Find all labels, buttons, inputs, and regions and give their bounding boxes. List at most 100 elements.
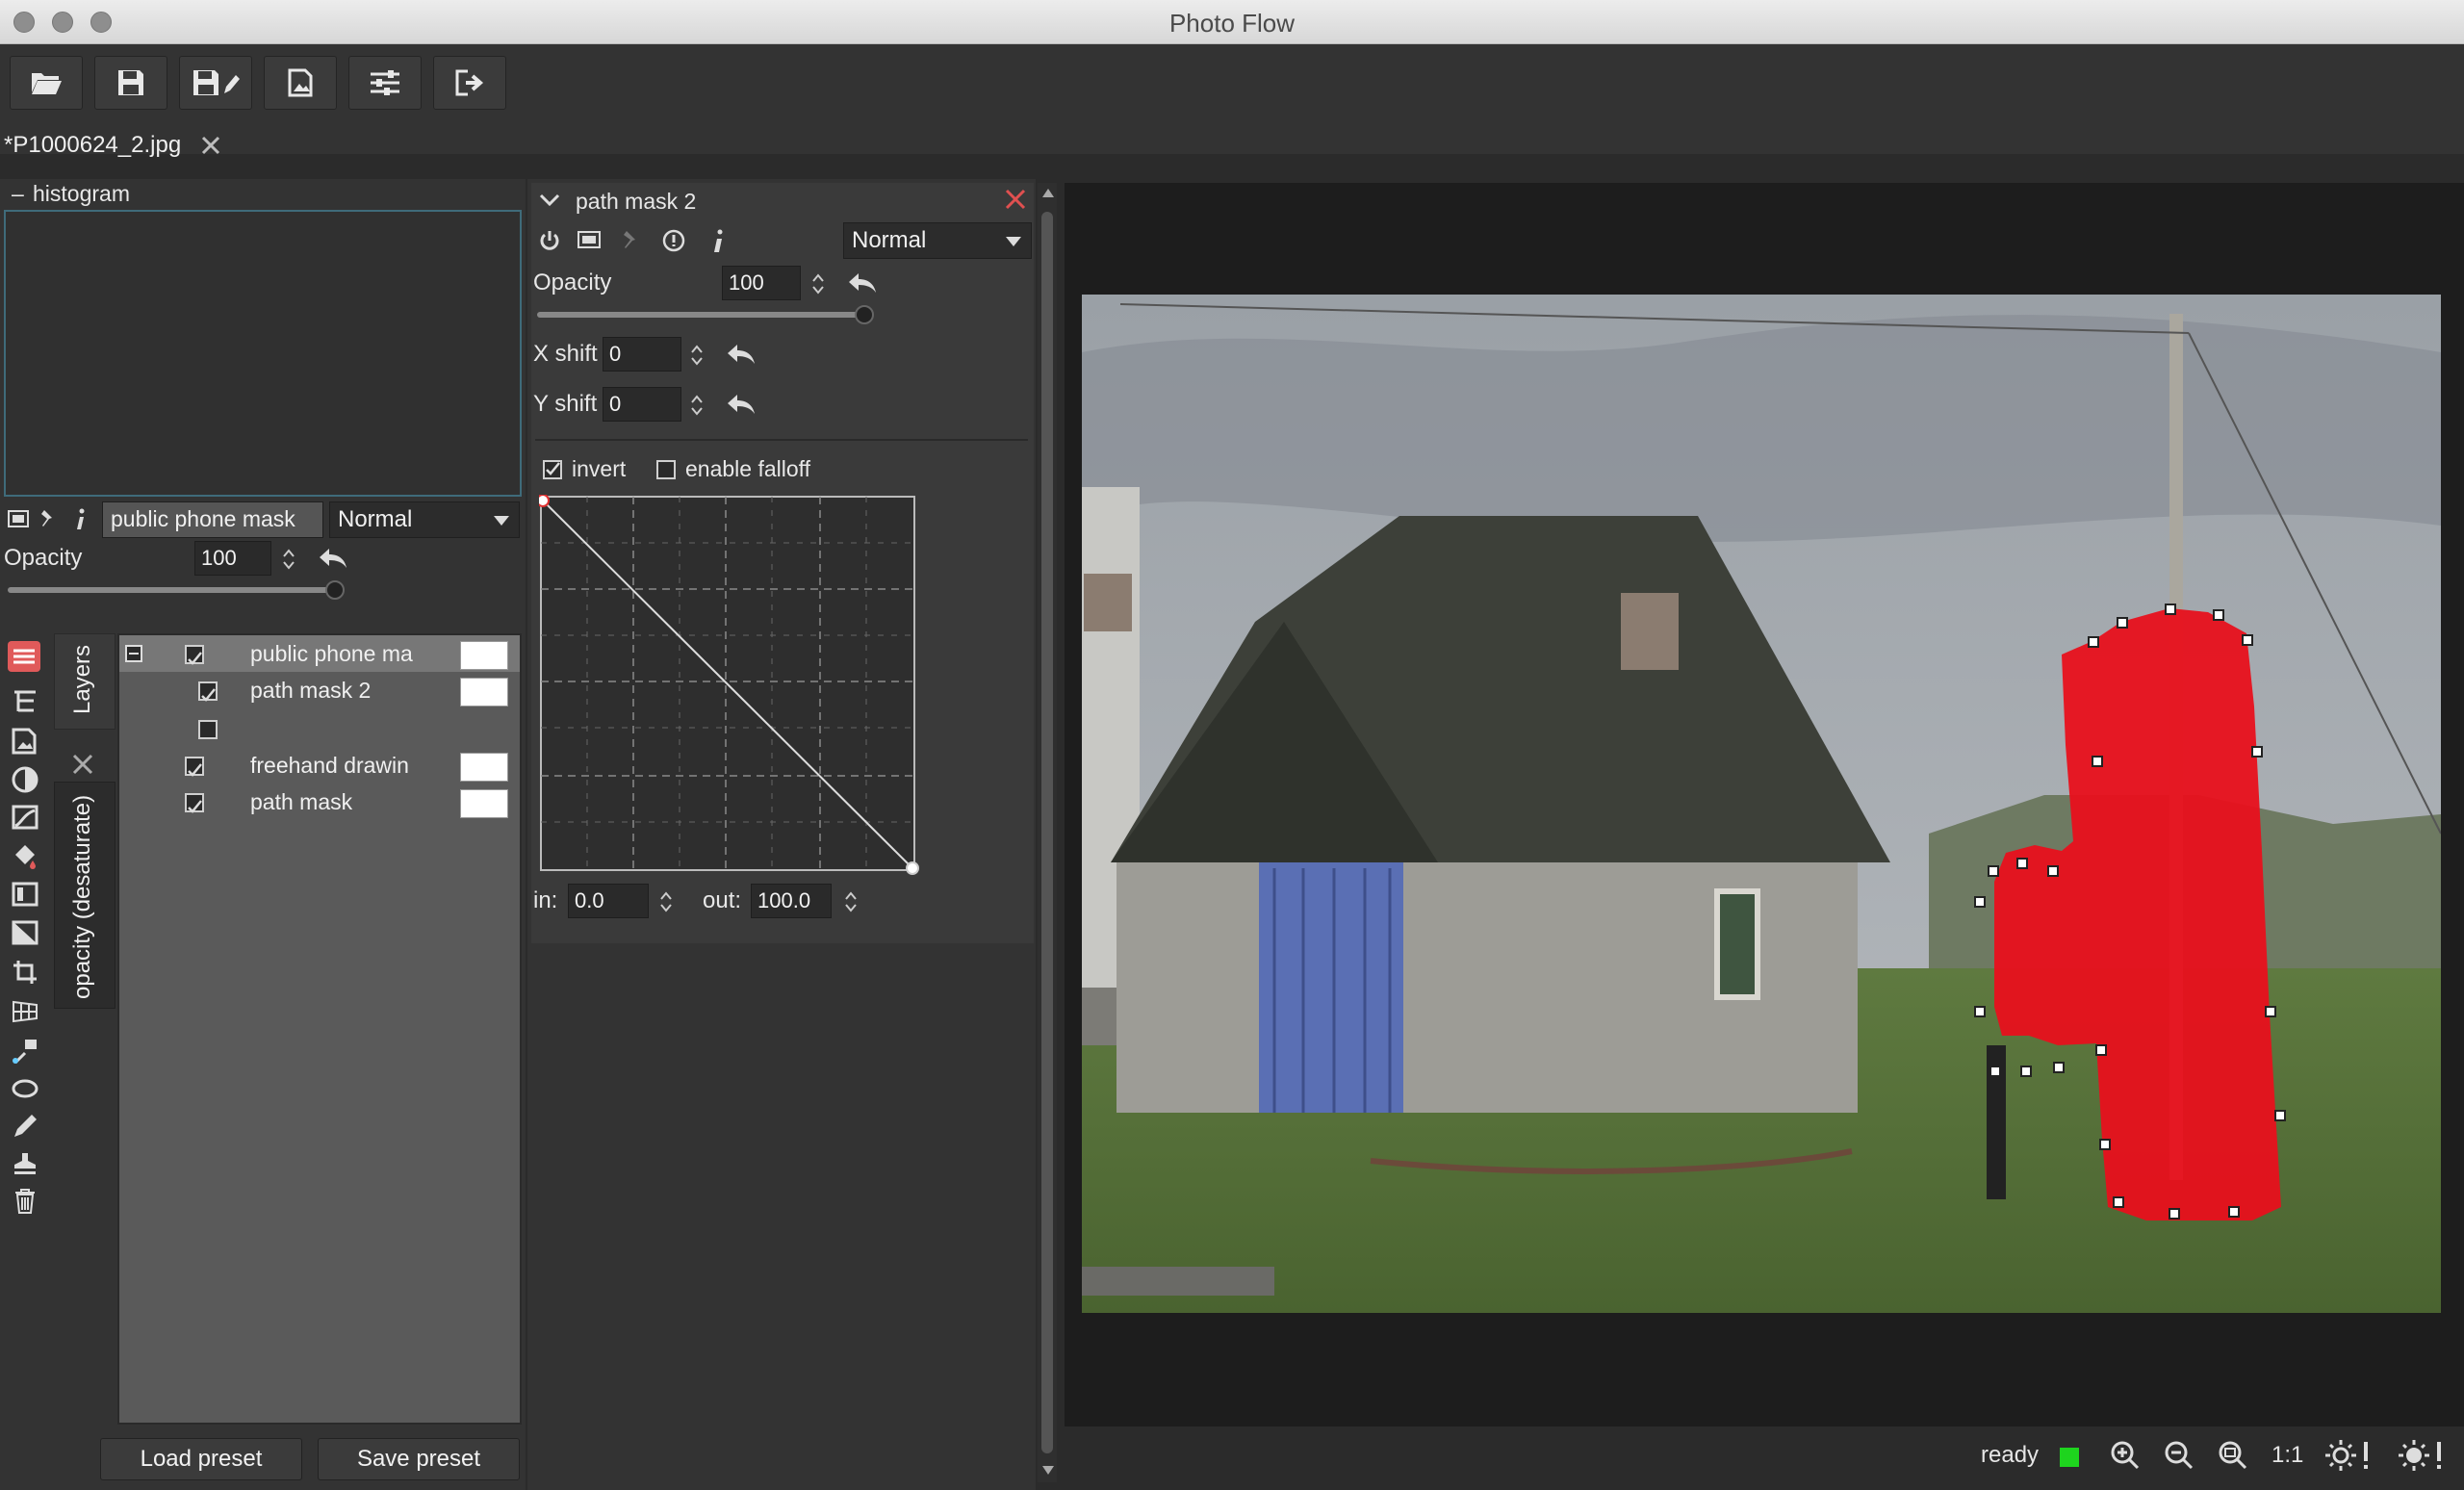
curve-control-point[interactable]: [906, 861, 919, 875]
pin-icon[interactable]: [620, 229, 641, 250]
curve-out-label: out:: [703, 887, 742, 913]
spin-arrows-icon[interactable]: [281, 547, 296, 572]
gradient-icon[interactable]: [12, 882, 38, 907]
pencil-icon[interactable]: [12, 1113, 38, 1140]
trash-icon[interactable]: [13, 1188, 37, 1215]
layer-visibility-checkbox[interactable]: [198, 681, 218, 702]
collapse-icon[interactable]: [125, 645, 142, 662]
save-button[interactable]: [94, 56, 167, 110]
zoom-actual-size-button[interactable]: 1:1: [2272, 1442, 2303, 1469]
mask-icon[interactable]: [578, 231, 601, 248]
layer-visibility-checkbox[interactable]: [198, 720, 218, 739]
preview-exposure-icon[interactable]: [2397, 1438, 2445, 1473]
layers-icon[interactable]: [8, 641, 40, 672]
tree-icon[interactable]: [12, 689, 38, 714]
layer-row[interactable]: public phone ma: [119, 637, 522, 672]
sliders-icon: [371, 70, 399, 95]
close-tool-icon[interactable]: [1005, 189, 1026, 210]
spin-arrows-icon[interactable]: [658, 889, 674, 914]
curve-control-point[interactable]: [539, 495, 550, 507]
export-button[interactable]: [264, 56, 337, 110]
document-tab[interactable]: *P1000624_2.jpg: [4, 121, 221, 169]
layer-opacity-slider-knob[interactable]: [325, 580, 345, 600]
layer-row[interactable]: freehand drawin: [119, 749, 522, 784]
scroll-up-icon[interactable]: [1041, 187, 1055, 198]
tool-opacity-slider[interactable]: [537, 312, 870, 318]
status-bar: [1065, 1432, 2464, 1490]
blend-icon[interactable]: [12, 920, 38, 945]
layer-visibility-checkbox[interactable]: [185, 793, 204, 813]
mask-icon[interactable]: [8, 510, 29, 527]
layer-row[interactable]: path mask 2: [119, 674, 522, 708]
chevron-down-icon: [494, 516, 509, 526]
curves-icon[interactable]: [12, 805, 38, 830]
close-side-tab-icon[interactable]: [71, 753, 94, 776]
load-preset-button[interactable]: Load preset: [100, 1438, 302, 1480]
crop-icon[interactable]: [12, 959, 38, 986]
info-circle-icon[interactable]: [662, 229, 685, 252]
check-icon: [546, 462, 560, 475]
preview-brightness-icon[interactable]: [2323, 1438, 2372, 1473]
tool-opacity-input[interactable]: 100: [722, 266, 801, 300]
histogram-view: [4, 210, 522, 497]
spin-arrows-icon[interactable]: [843, 889, 859, 914]
info-icon[interactable]: [712, 229, 726, 254]
y-shift-input[interactable]: 0: [603, 387, 681, 422]
layer-row[interactable]: [119, 712, 522, 747]
falloff-curve-editor[interactable]: [539, 495, 920, 876]
histogram-toggle[interactable]: –: [12, 181, 24, 207]
scroll-down-icon[interactable]: [1041, 1465, 1055, 1477]
curve-out-input[interactable]: 100.0: [751, 884, 832, 918]
save-as-button[interactable]: [179, 56, 252, 110]
layer-visibility-checkbox[interactable]: [185, 645, 204, 665]
image-icon[interactable]: [12, 728, 37, 755]
layer-name: path mask: [250, 789, 353, 814]
settings-button[interactable]: [348, 56, 422, 110]
spin-arrows-icon[interactable]: [689, 393, 705, 418]
layer-row[interactable]: path mask: [119, 785, 522, 820]
reset-icon[interactable]: [726, 393, 757, 416]
tool-opacity-slider-knob[interactable]: [855, 305, 874, 324]
enable-falloff-label: enable falloff: [685, 456, 811, 481]
spin-arrows-icon[interactable]: [810, 271, 826, 296]
layer-visibility-checkbox[interactable]: [185, 757, 204, 777]
color-fill-icon[interactable]: [12, 841, 38, 870]
layer-opacity-slider[interactable]: [8, 587, 339, 593]
save-preset-button[interactable]: Save preset: [318, 1438, 520, 1480]
zoom-in-icon[interactable]: [2110, 1440, 2141, 1471]
layer-blend-mode-select[interactable]: Normal: [329, 501, 520, 538]
status-text: ready: [1981, 1442, 2040, 1468]
zoom-out-icon[interactable]: [2164, 1440, 2194, 1471]
close-tab-icon[interactable]: [200, 135, 221, 156]
reset-icon[interactable]: [847, 271, 878, 295]
perspective-icon[interactable]: [12, 997, 38, 1024]
title-bar: Photo Flow: [0, 0, 2464, 44]
pin-icon[interactable]: [38, 508, 58, 529]
exit-button[interactable]: [433, 56, 506, 110]
layer-name-field[interactable]: public phone mask: [102, 501, 323, 538]
ellipse-mask-icon[interactable]: [12, 1078, 38, 1099]
reset-icon[interactable]: [318, 547, 348, 570]
reset-icon[interactable]: [726, 343, 757, 366]
x-shift-label: X shift: [533, 341, 598, 367]
enable-falloff-checkbox[interactable]: [656, 460, 676, 479]
save-edit-icon: [193, 70, 240, 95]
info-icon[interactable]: [75, 508, 87, 531]
tool-blend-mode-select[interactable]: Normal: [843, 222, 1032, 259]
check-icon: [201, 688, 216, 702]
chevron-down-icon[interactable]: [539, 193, 560, 208]
power-icon[interactable]: [539, 229, 560, 252]
scrollbar-thumb[interactable]: [1041, 212, 1053, 1453]
stamp-icon[interactable]: [12, 1151, 38, 1176]
photo-view[interactable]: [1082, 295, 2441, 1313]
contrast-icon[interactable]: [12, 766, 38, 793]
invert-checkbox[interactable]: [543, 460, 562, 479]
x-shift-input[interactable]: 0: [603, 337, 681, 372]
invert-label: invert: [572, 456, 627, 481]
spin-arrows-icon[interactable]: [689, 343, 705, 368]
zoom-fit-icon[interactable]: [2218, 1440, 2248, 1471]
open-file-button[interactable]: [10, 56, 83, 110]
layer-opacity-input[interactable]: 100: [194, 541, 271, 576]
clone-icon[interactable]: [12, 1038, 38, 1065]
curve-in-input[interactable]: 0.0: [568, 884, 649, 918]
